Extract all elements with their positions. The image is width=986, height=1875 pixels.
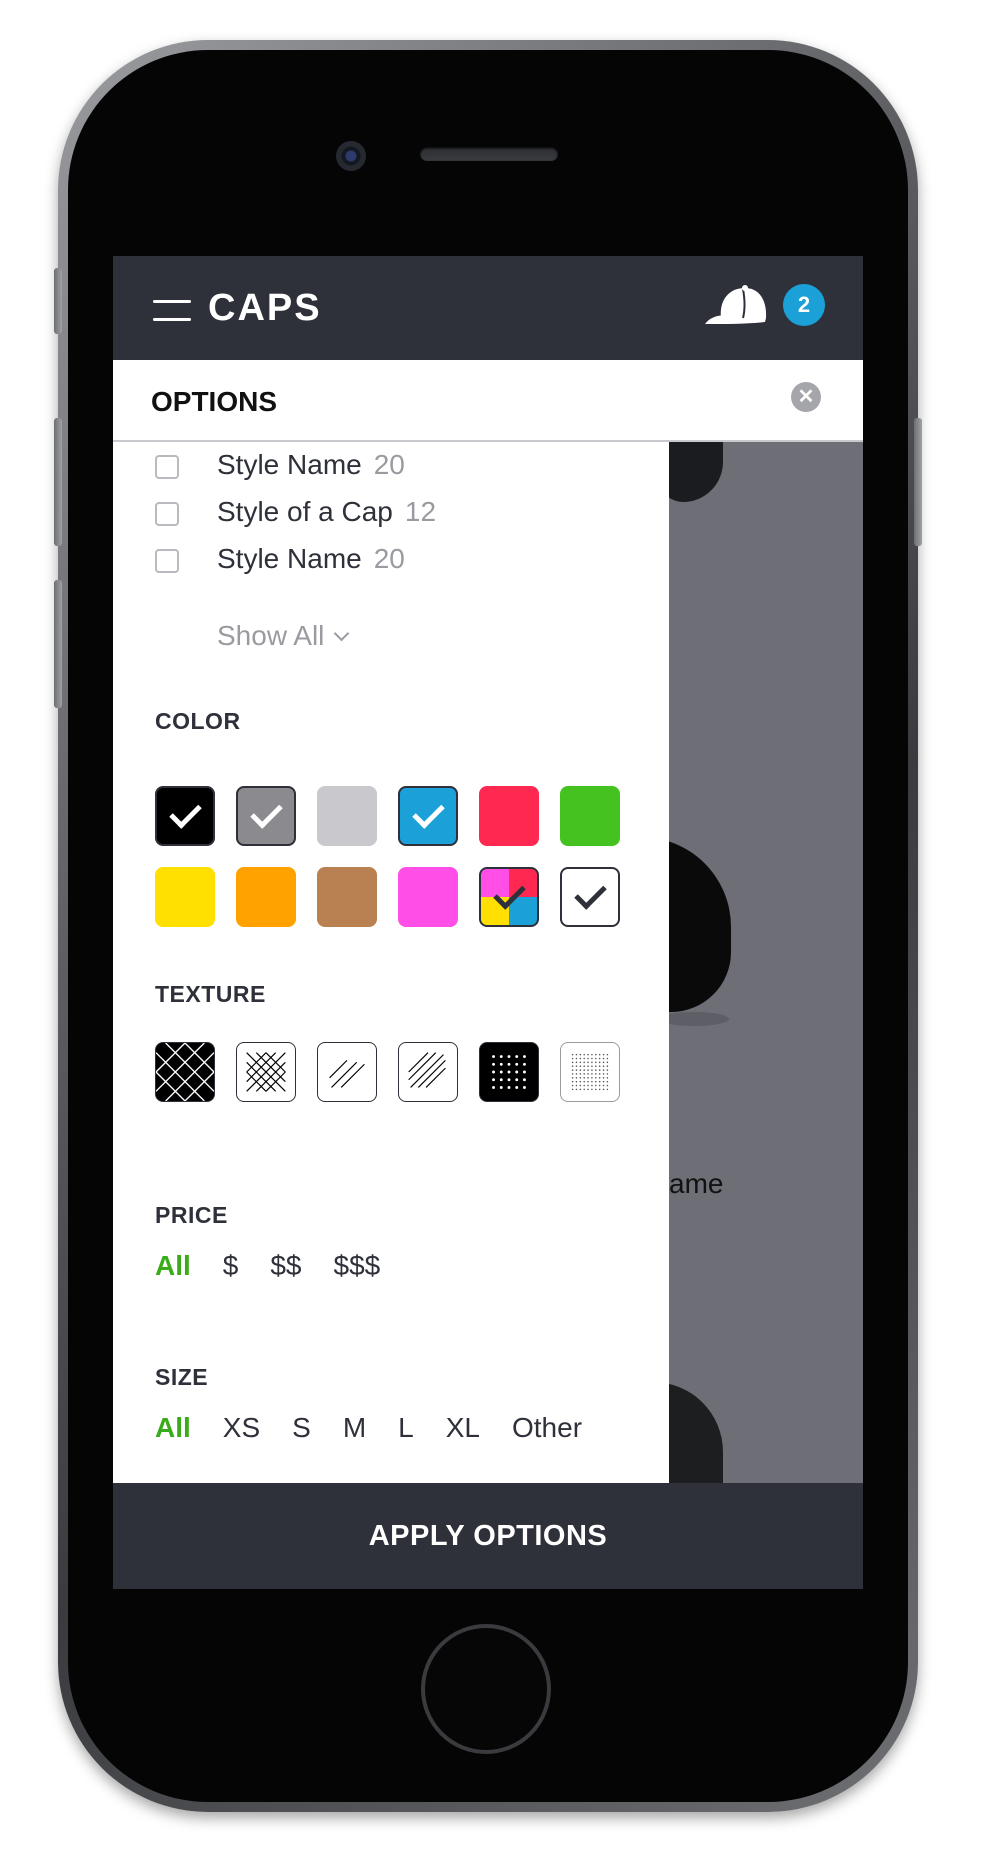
power-button xyxy=(914,418,922,546)
top-nav-bar: CAPS 2 xyxy=(113,256,863,360)
style-option[interactable]: Style of a Cap 12 xyxy=(155,496,436,529)
earpiece-speaker xyxy=(420,147,558,161)
style-label: Style of a Cap 12 xyxy=(217,496,437,527)
price-option-high[interactable]: $$$ xyxy=(334,1250,381,1282)
show-all-link[interactable]: Show All xyxy=(217,620,350,652)
color-swatch[interactable] xyxy=(236,786,296,846)
style-count: 20 xyxy=(373,543,405,574)
texture-swatch-diagonal-fine[interactable] xyxy=(398,1042,458,1102)
size-options: All XS S M L XL Other xyxy=(155,1412,614,1444)
texture-swatch-diagonal-wide[interactable] xyxy=(317,1042,377,1102)
color-swatch[interactable] xyxy=(236,867,296,927)
style-count: 12 xyxy=(404,496,437,527)
size-option-m[interactable]: M xyxy=(343,1412,366,1444)
color-swatch[interactable] xyxy=(155,867,215,927)
options-header: OPTIONS ✕ xyxy=(113,360,863,442)
texture-swatch-dots-dark[interactable] xyxy=(479,1042,539,1102)
color-swatch[interactable] xyxy=(479,786,539,846)
price-section-title: PRICE xyxy=(155,1202,228,1228)
size-section-title: SIZE xyxy=(155,1364,209,1390)
color-section-title: COLOR xyxy=(155,708,241,734)
front-camera xyxy=(336,141,366,171)
mute-switch xyxy=(54,268,62,334)
style-label: Style Name 20 xyxy=(217,543,405,574)
color-swatch[interactable] xyxy=(479,867,539,927)
volume-up-button xyxy=(54,418,62,546)
home-button[interactable] xyxy=(421,1624,551,1754)
color-swatch[interactable] xyxy=(398,786,458,846)
price-options: All $ $$ $$$ xyxy=(155,1250,412,1282)
price-option-all[interactable]: All xyxy=(155,1250,191,1282)
size-option-s[interactable]: S xyxy=(292,1412,311,1444)
style-count: 20 xyxy=(373,449,405,480)
style-option[interactable]: Style Name 20 xyxy=(155,449,405,482)
price-option-mid[interactable]: $$ xyxy=(270,1250,301,1282)
checkmark-icon xyxy=(492,876,526,910)
checkmark-icon xyxy=(249,795,283,829)
size-option-l[interactable]: L xyxy=(398,1412,414,1444)
checkmark-icon xyxy=(168,795,202,829)
style-option[interactable]: Style Name 20 xyxy=(155,543,405,576)
hamburger-menu-icon[interactable] xyxy=(153,300,191,322)
brand-logo[interactable]: CAPS xyxy=(208,286,322,330)
product-image-shadow xyxy=(659,1012,729,1026)
color-swatch[interactable] xyxy=(317,867,377,927)
color-swatch[interactable] xyxy=(155,786,215,846)
style-label: Style Name 20 xyxy=(217,449,405,480)
app-screen: CAPS 2 ame OPTIONS ✕ Style Name 20 Style… xyxy=(113,256,863,1589)
price-option-low[interactable]: $ xyxy=(223,1250,239,1282)
product-grid-background: ame xyxy=(639,432,863,1492)
close-options-button[interactable]: ✕ xyxy=(791,382,821,412)
options-title: OPTIONS xyxy=(151,386,278,417)
checkmark-icon xyxy=(573,876,607,910)
product-name: ame xyxy=(669,1168,724,1199)
size-option-xl[interactable]: XL xyxy=(446,1412,480,1444)
size-option-other[interactable]: Other xyxy=(512,1412,582,1444)
color-swatch[interactable] xyxy=(560,786,620,846)
cap-cart-icon[interactable] xyxy=(703,280,773,332)
checkmark-icon xyxy=(411,795,445,829)
size-option-all[interactable]: All xyxy=(155,1412,191,1444)
cart-count-badge[interactable]: 2 xyxy=(783,284,825,326)
size-option-xs[interactable]: XS xyxy=(223,1412,260,1444)
texture-section-title: TEXTURE xyxy=(155,981,266,1007)
style-checkbox[interactable] xyxy=(155,502,179,526)
texture-swatch-dots-fine[interactable] xyxy=(560,1042,620,1102)
texture-swatch-crosshatch-fine[interactable] xyxy=(236,1042,296,1102)
color-swatch[interactable] xyxy=(317,786,377,846)
apply-options-button[interactable]: APPLY OPTIONS xyxy=(113,1483,863,1589)
chevron-down-icon xyxy=(334,625,350,642)
style-checkbox[interactable] xyxy=(155,455,179,479)
texture-swatch-crosshatch-dark[interactable] xyxy=(155,1042,215,1102)
style-checkbox[interactable] xyxy=(155,549,179,573)
volume-down-button xyxy=(54,580,62,708)
options-panel[interactable]: Style Name 20 Style of a Cap 12 Style Name… xyxy=(113,442,669,1483)
color-swatch[interactable] xyxy=(560,867,620,927)
color-swatch[interactable] xyxy=(398,867,458,927)
